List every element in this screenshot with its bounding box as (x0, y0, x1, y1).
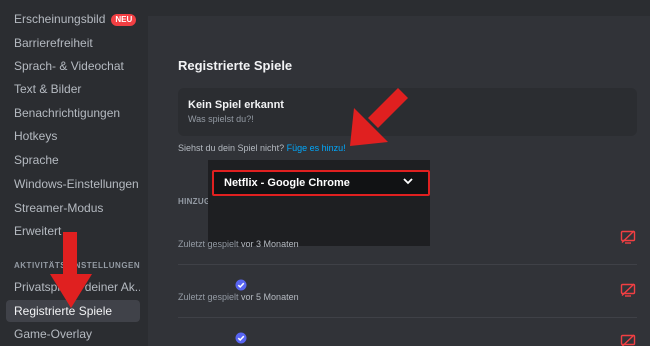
sidebar-item-label: Text & Bilder (14, 82, 82, 96)
last-played-label: Zuletzt gespielt (178, 292, 239, 302)
last-played-label: Zuletzt gespielt (178, 239, 239, 249)
monitor-off-icon[interactable] (620, 283, 636, 297)
dropdown-selected-value: Netflix - Google Chrome (224, 177, 350, 189)
sidebar-item-accessibility[interactable]: Barrierefreiheit (6, 32, 140, 54)
sidebar-item-hotkeys[interactable]: Hotkeys (6, 125, 140, 147)
sidebar-item-notifications[interactable]: Benachrichtigungen (6, 102, 140, 124)
sidebar-item-label: Hotkeys (14, 129, 58, 143)
sidebar-item-text-images[interactable]: Text & Bilder (6, 78, 140, 100)
sidebar-item-label: Windows-Einstellungen (14, 177, 139, 191)
sidebar-item-label: Erscheinungsbild (14, 12, 106, 26)
monitor-off-icon[interactable] (620, 230, 636, 244)
sidebar-item-label: Benachrichtigungen (14, 106, 121, 120)
sidebar-item-label: Streamer-Modus (14, 201, 104, 215)
sidebar-item-streamer-mode[interactable]: Streamer-Modus (6, 197, 140, 219)
last-played-time: vor 5 Monaten (241, 292, 299, 302)
verified-icon (235, 279, 247, 291)
sidebar-item-appearance[interactable]: Erscheinungsbild NEU (6, 8, 140, 30)
sidebar-item-label: Game-Overlay (14, 327, 93, 341)
game-row-last-played: Zuletzt gespielt vor 3 Monaten (178, 239, 299, 249)
annotation-arrow-down-icon (50, 232, 92, 308)
row-divider (178, 317, 637, 318)
sidebar-item-label: Sprach- & Videochat (14, 59, 124, 73)
game-row-last-played: Zuletzt gespielt vor 5 Monaten (178, 292, 299, 302)
add-game-hint: Siehst du dein Spiel nicht? Füge es hinz… (178, 143, 346, 153)
row-divider (178, 264, 637, 265)
page-title: Registrierte Spiele (178, 58, 293, 73)
chevron-down-icon (403, 178, 413, 185)
sidebar-item-label: Barrierefreiheit (14, 36, 93, 50)
added-games-heading: HINZUG (178, 197, 211, 206)
sidebar-item-game-overlay[interactable]: Game-Overlay (6, 323, 140, 345)
hint-text: Siehst du dein Spiel nicht? (178, 143, 285, 153)
card-title: Kein Spiel erkannt (188, 99, 284, 111)
last-played-time: vor 3 Monaten (241, 239, 299, 249)
add-game-link[interactable]: Füge es hinzu! (287, 143, 346, 153)
monitor-off-icon[interactable] (620, 334, 636, 346)
annotation-arrow-diagonal-icon (350, 88, 408, 146)
sidebar-item-voice-video[interactable]: Sprach- & Videochat (6, 55, 140, 77)
sidebar-item-label: Sprache (14, 153, 59, 167)
verified-icon (235, 332, 247, 344)
game-select-dropdown[interactable]: Netflix - Google Chrome (212, 170, 430, 196)
top-strip (148, 0, 650, 16)
sidebar-item-windows-settings[interactable]: Windows-Einstellungen (6, 173, 140, 195)
new-badge: NEU (111, 14, 137, 26)
sidebar-item-language[interactable]: Sprache (6, 149, 140, 171)
card-subtitle: Was spielst du?! (188, 114, 254, 124)
